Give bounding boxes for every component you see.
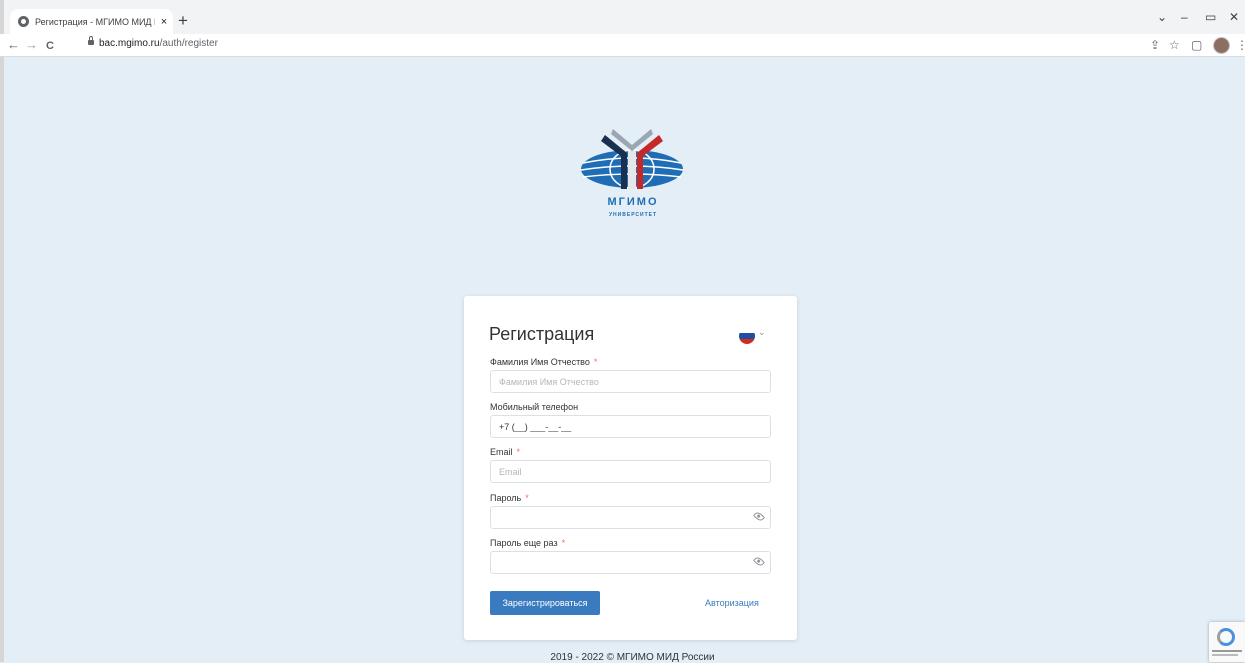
window-close-icon[interactable]: ✕ [1229, 10, 1239, 24]
recaptcha-text-line [1212, 654, 1238, 656]
fullname-label: Фамилия Имя Отчество * [490, 357, 597, 367]
bookmark-star-icon[interactable]: ☆ [1169, 38, 1180, 52]
minimize-icon[interactable]: – [1181, 10, 1188, 24]
registration-card: Регистрация ⌄ Фамилия Имя Отчество* Моби… [464, 296, 797, 640]
new-tab-button[interactable]: + [178, 12, 188, 29]
fullname-input[interactable] [491, 371, 770, 392]
email-input[interactable] [491, 461, 770, 482]
register-button[interactable]: Зарегистрироваться [490, 591, 600, 615]
profile-avatar[interactable] [1213, 37, 1230, 54]
page-title: Регистрация [489, 324, 595, 344]
password-repeat-label-text: Пароль еще раз [490, 538, 558, 548]
password-label-text: Пароль [490, 493, 522, 503]
phone-label: Мобильный телефон [490, 402, 579, 412]
required-mark: * [516, 447, 521, 457]
fullname-field[interactable] [490, 370, 771, 393]
password-field[interactable] [490, 506, 771, 529]
browser-tab[interactable]: Регистрация - МГИМО МИД Ро × [10, 9, 173, 34]
forward-arrow-icon[interactable]: → [25, 37, 38, 53]
required-mark: * [525, 493, 529, 503]
required-mark: * [561, 538, 566, 548]
url-path: /auth/register [159, 38, 218, 49]
window-edge [0, 0, 4, 662]
site-favicon-icon [18, 16, 29, 27]
password-repeat-field[interactable] [490, 551, 771, 574]
footer-copyright: 2019 - 2022 © МГИМО МИД России [550, 652, 715, 663]
email-label: Email * [490, 447, 520, 457]
recaptcha-icon [1217, 628, 1235, 646]
email-field[interactable] [490, 460, 771, 483]
address-bar: ← → C bac.mgimo.ru/auth/register ⇪ ☆ ▢ ⋮ [0, 34, 1245, 57]
lock-icon[interactable] [88, 36, 94, 45]
password-repeat-label: Пароль еще раз * [490, 538, 565, 548]
back-arrow-icon[interactable]: ← [7, 37, 20, 53]
logo-name: МГИМО [607, 196, 658, 208]
tab-close-icon[interactable]: × [155, 16, 173, 28]
side-panel-icon[interactable]: ▢ [1191, 38, 1202, 52]
phone-field[interactable] [490, 415, 771, 438]
russian-flag-icon[interactable] [739, 328, 755, 344]
mgimo-logo: МГИМО УНИВЕРСИТЕТ [580, 129, 684, 218]
restore-icon[interactable]: ▭ [1205, 10, 1216, 24]
login-link[interactable]: Авторизация [705, 598, 759, 608]
fullname-label-text: Фамилия Имя Отчество [490, 357, 590, 367]
reload-icon[interactable]: C [46, 38, 54, 54]
recaptcha-badge[interactable] [1209, 622, 1245, 662]
recaptcha-text-line [1212, 650, 1242, 652]
password-input[interactable] [491, 507, 770, 528]
share-icon[interactable]: ⇪ [1150, 38, 1160, 52]
phone-input[interactable] [491, 416, 770, 437]
required-mark: * [593, 357, 598, 367]
email-label-text: Email [490, 447, 513, 457]
tab-title: Регистрация - МГИМО МИД Ро [35, 16, 155, 27]
logo-subtitle: УНИВЕРСИТЕТ [609, 212, 657, 218]
password-repeat-input[interactable] [491, 552, 770, 573]
url-host: bac.mgimo.ru [99, 38, 160, 49]
url-field[interactable]: bac.mgimo.ru/auth/register [99, 38, 218, 49]
language-chevron-icon[interactable]: ⌄ [758, 327, 766, 338]
browser-tab-bar: Регистрация - МГИМО МИД Ро × + ⌄ – ▭ ✕ [0, 0, 1245, 34]
password-label: Пароль * [490, 493, 529, 503]
tab-search-icon[interactable]: ⌄ [1157, 10, 1167, 24]
browser-menu-icon[interactable]: ⋮ [1236, 38, 1245, 52]
